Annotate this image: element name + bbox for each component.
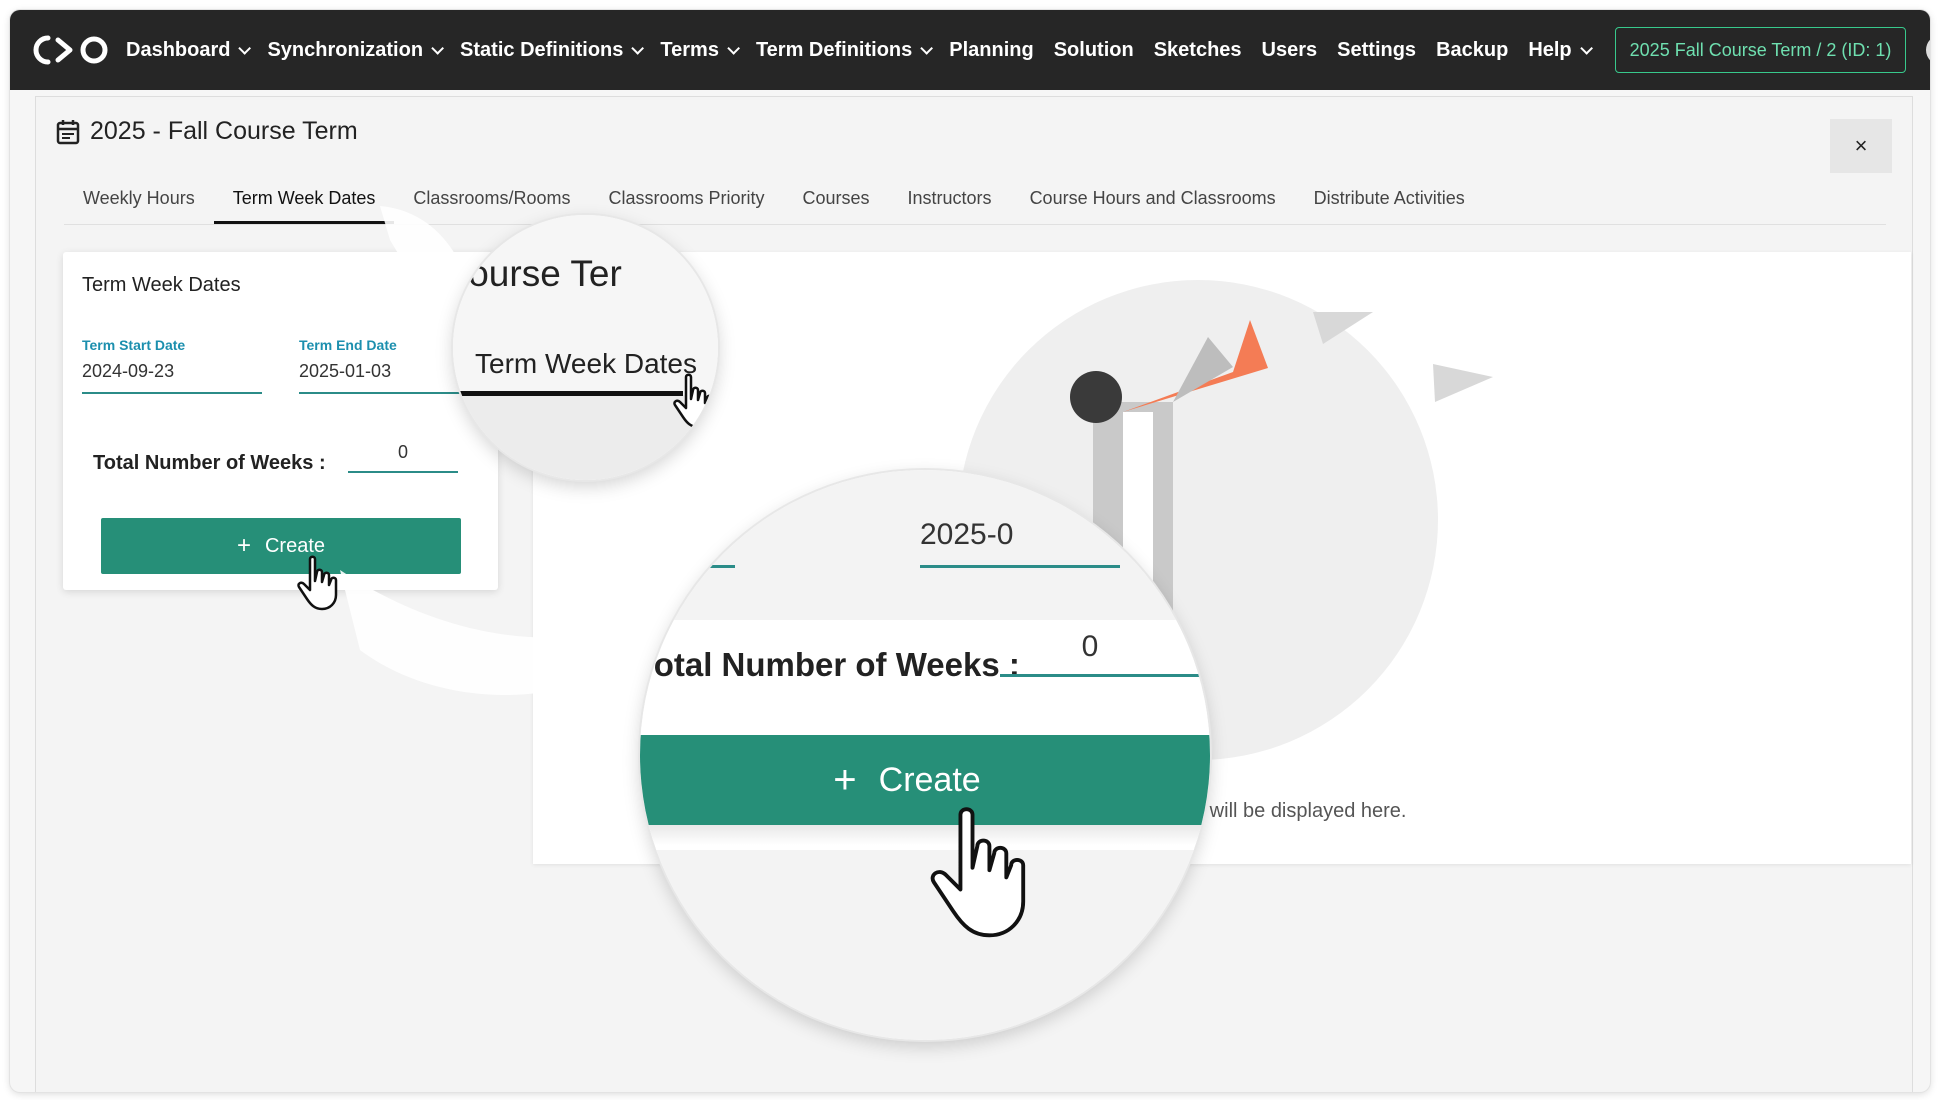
nav-item-term-definitions[interactable]: Term Definitions [755, 38, 934, 62]
nav-item-label: Dashboard [126, 38, 231, 61]
zoom-weeks-value: 0 [1081, 630, 1099, 663]
term-week-dates-card: Term Week Dates Term Start Date 2024-09-… [63, 252, 498, 611]
close-button[interactable]: × [1830, 119, 1892, 173]
nav-item-static-definitions[interactable]: Static Definitions [460, 38, 645, 62]
tab-course-hours-and-classrooms[interactable]: Course Hours and Classrooms [1011, 188, 1295, 224]
page-title: 2025 - Fall Course Term [90, 117, 358, 145]
panel-header: 2025 - Fall Course Term [56, 117, 358, 146]
tab-courses[interactable]: Courses [784, 188, 889, 224]
zoom-plus-icon: + [833, 757, 857, 802]
zoom-end-date-fragment: 2025-0 [920, 518, 1014, 551]
zoom-end-underline [920, 565, 1120, 568]
tab-term-week-dates[interactable]: Term Week Dates [213, 188, 395, 224]
create-button[interactable]: + Create [101, 518, 461, 574]
nav-item-label: Planning [949, 38, 1034, 61]
nav-item-label: Backup [1436, 38, 1509, 61]
chevron-down-icon [1579, 41, 1593, 55]
nav-item-settings[interactable]: Settings [1337, 39, 1416, 62]
nav-item-label: Synchronization [267, 38, 424, 61]
total-weeks-label: Total Number of Weeks : [93, 452, 326, 474]
chevron-down-icon [920, 41, 934, 55]
card-title: Term Week Dates [82, 274, 241, 296]
chevron-down-icon [238, 41, 252, 55]
nav-menu: Dashboard Synchronization Static Definitio… [126, 39, 1609, 62]
total-weeks-input[interactable]: 0 [348, 442, 458, 473]
tab-instructors[interactable]: Instructors [889, 188, 1011, 224]
term-start-date-label: Term Start Date [82, 337, 186, 353]
term-end-date-field[interactable]: Term End Date 2025-01-03 [299, 337, 479, 394]
tab-distribute-activities[interactable]: Distribute Activities [1295, 188, 1484, 224]
zoom-weeks-label: Total Number of Weeks : [640, 646, 1020, 683]
nav-item-solution[interactable]: Solution [1054, 39, 1134, 62]
nav-item-label: Static Definitions [460, 38, 624, 61]
app-logo[interactable] [30, 30, 112, 70]
chevron-down-icon [431, 41, 445, 55]
nav-item-help[interactable]: Help [1528, 38, 1593, 62]
bell-icon[interactable] [1924, 33, 1930, 67]
chevron-down-icon [727, 41, 740, 55]
zoom-title-fragment: l Course Ter [453, 253, 622, 294]
term-start-date-field[interactable]: Term Start Date 2024-09-23 [82, 337, 262, 394]
empty-state-text: es will be displayed here. [1183, 800, 1407, 822]
nav-icon-group [1918, 33, 1930, 67]
nav-item-terms[interactable]: Terms [660, 38, 740, 62]
plus-icon: + [236, 532, 251, 559]
zoom-tab-label: Term Week Dates [475, 348, 697, 379]
zoom-weeks-underline [1000, 674, 1210, 677]
chevron-down-icon [631, 41, 645, 55]
logo-icon [33, 35, 108, 65]
nav-item-users[interactable]: Users [1262, 39, 1318, 62]
nav-item-label: Settings [1337, 38, 1417, 61]
nav-item-synchronization[interactable]: Synchronization [267, 38, 445, 62]
nav-item-dashboard[interactable]: Dashboard [126, 38, 252, 62]
app-window: Dashboard Synchronization Static Definitio… [10, 10, 1930, 1092]
nav-item-label: Help [1528, 38, 1572, 61]
top-navbar: Dashboard Synchronization Static Definitio… [10, 10, 1930, 90]
zoom-callout-create: l Course Ter 2025-0 Total Number of Week… [640, 470, 1210, 1040]
zoom-tab-underline [453, 391, 683, 396]
zoom-create-label: Create [878, 760, 981, 799]
term-start-date-value[interactable]: 2024-09-23 [82, 361, 262, 394]
hand-cursor-icon [297, 555, 338, 611]
term-end-date-label: Term End Date [299, 337, 397, 353]
zoom-create-hand-cursor-icon [930, 807, 1026, 938]
calendar-icon [56, 119, 80, 144]
nav-item-label: Solution [1053, 38, 1134, 61]
nav-item-label: Sketches [1153, 38, 1242, 61]
zoom-hand-cursor-icon [673, 373, 714, 429]
tab-bar: Weekly Hours Term Week Dates Classrooms/Ro… [64, 169, 1886, 225]
zoom-callout-tab: l Course Ter Term Week Dates [453, 215, 718, 480]
nav-item-label: Term Definitions [755, 38, 913, 61]
tab-weekly-hours[interactable]: Weekly Hours [64, 188, 214, 224]
term-end-date-value[interactable]: 2025-01-03 [299, 361, 479, 394]
term-selector[interactable]: 2025 Fall Course Term / 2 (ID: 1) [1614, 27, 1907, 73]
nav-item-label: Users [1261, 38, 1318, 61]
nav-item-backup[interactable]: Backup [1436, 39, 1508, 62]
zoom-start-underline [640, 565, 735, 568]
nav-item-sketches[interactable]: Sketches [1154, 39, 1242, 62]
nav-item-label: Terms [660, 38, 719, 61]
nav-item-planning[interactable]: Planning [949, 39, 1033, 62]
